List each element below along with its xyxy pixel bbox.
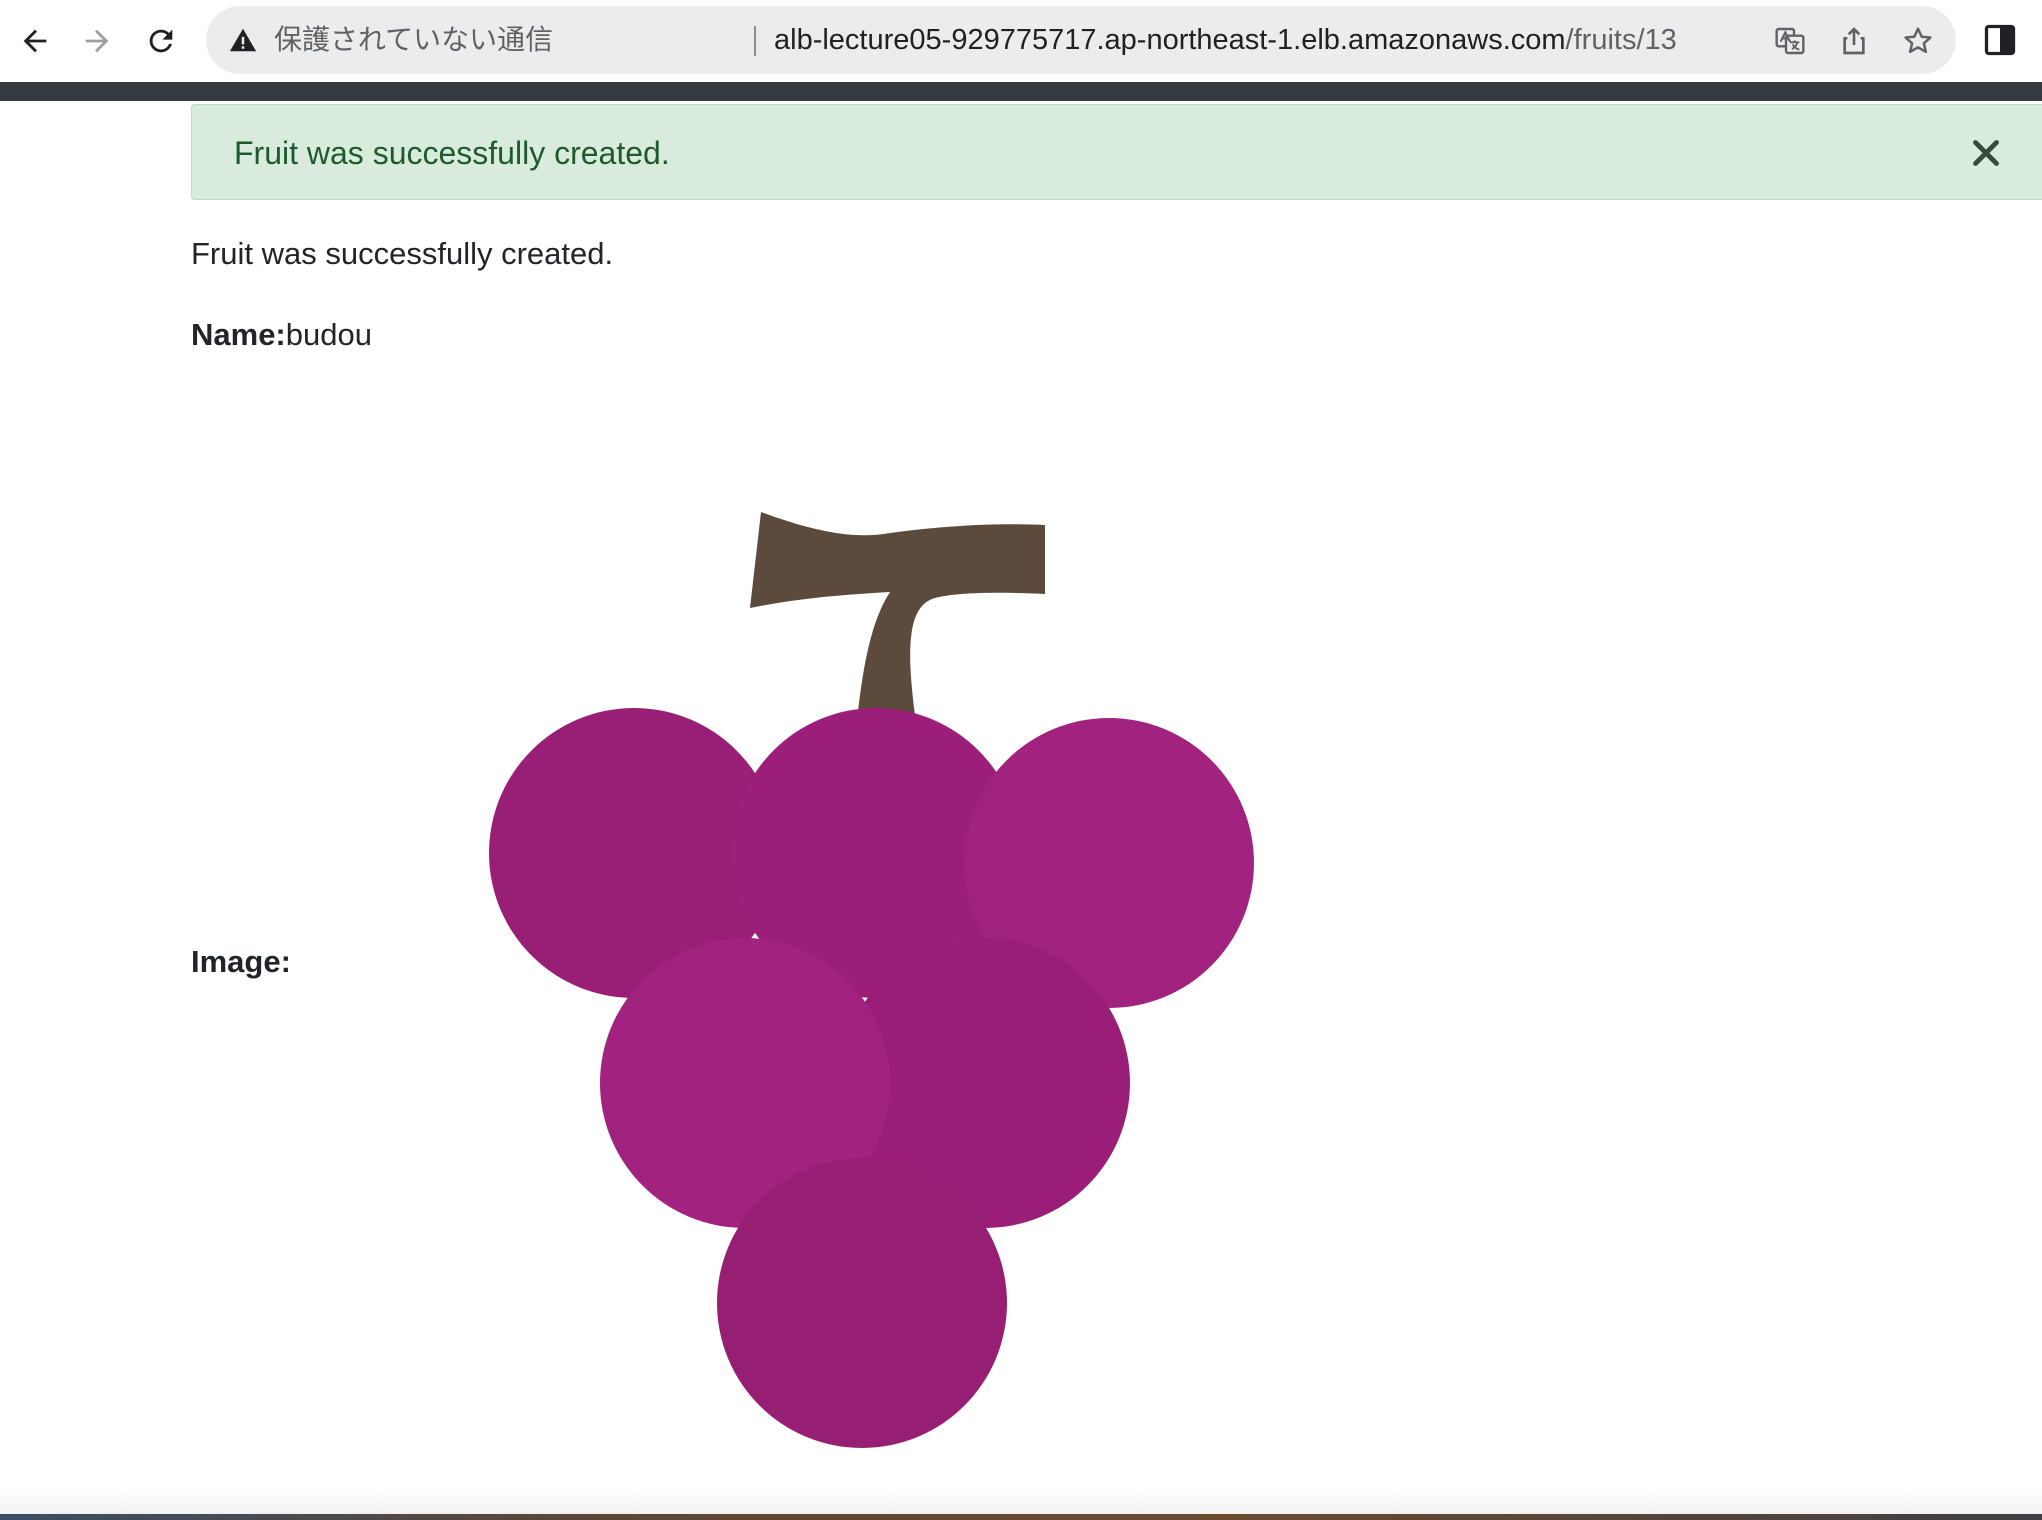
back-button[interactable] xyxy=(10,16,60,66)
image-label: Image: xyxy=(191,944,291,979)
forward-button[interactable] xyxy=(72,16,122,66)
grape-image xyxy=(489,512,1254,1448)
desktop-strip xyxy=(0,1514,2042,1520)
reload-icon xyxy=(149,29,173,53)
url-separator xyxy=(754,26,756,56)
back-arrow-icon xyxy=(23,29,47,53)
url-text[interactable]: alb-lecture05-929775717.ap-northeast-1.e… xyxy=(774,6,1677,74)
security-status-label[interactable]: 保護されていない通信 xyxy=(274,6,553,74)
name-value: budou xyxy=(285,317,372,352)
url-path: /fruits/13 xyxy=(1565,24,1677,56)
url-host: alb-lecture05-929775717.ap-northeast-1.e… xyxy=(774,24,1566,56)
warning-icon[interactable] xyxy=(228,25,258,55)
notice-text: Fruit was successfully created. xyxy=(191,236,614,271)
side-panel-icon[interactable] xyxy=(1982,22,2018,58)
close-icon[interactable] xyxy=(1968,135,2004,171)
reload-button[interactable] xyxy=(136,16,186,66)
name-row: Name:budou xyxy=(191,317,372,353)
name-label: Name: xyxy=(191,317,286,352)
bottom-shadow xyxy=(0,1488,2042,1514)
browser-toolbar: 保護されていない通信 alb-lecture05-929775717.ap-no… xyxy=(0,0,2042,82)
success-alert: Fruit was successfully created. xyxy=(191,104,2042,200)
forward-arrow-icon xyxy=(85,29,109,53)
translate-icon[interactable] xyxy=(1774,25,1806,57)
address-bar[interactable]: 保護されていない通信 alb-lecture05-929775717.ap-no… xyxy=(206,6,1956,74)
navbar-strip xyxy=(0,82,2042,101)
alert-message: Fruit was successfully created. xyxy=(234,135,670,171)
share-icon[interactable] xyxy=(1838,25,1870,57)
bookmark-star-icon[interactable] xyxy=(1902,25,1934,57)
